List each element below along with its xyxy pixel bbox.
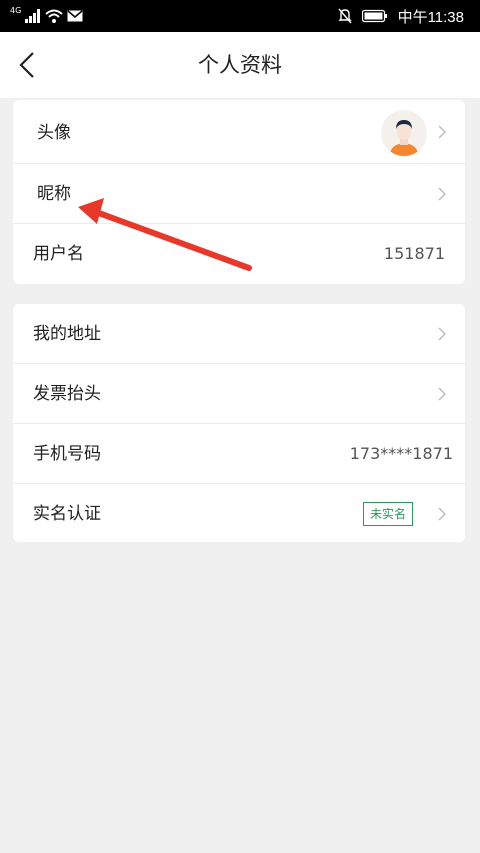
wifi-icon <box>45 9 63 23</box>
status-bar: 4G 中午11:38 <box>0 0 480 32</box>
avatar-icon <box>381 110 427 156</box>
realname-status-badge: 未实名 <box>362 502 413 526</box>
username-label: 用户名 <box>33 244 84 264</box>
chevron-right-icon <box>438 387 446 401</box>
username-row: 用户名 151871 <box>13 224 465 284</box>
username-value: 151871 <box>383 244 445 263</box>
avatar-label: 头像 <box>37 123 71 143</box>
phone-value: 173****1871 <box>349 444 453 463</box>
address-label: 我的地址 <box>33 324 101 344</box>
profile-card: 头像 昵称 用户名 151871 <box>13 100 465 284</box>
battery-icon <box>361 9 387 23</box>
realname-label: 实名认证 <box>33 504 101 524</box>
chevron-right-icon <box>438 187 446 201</box>
address-row[interactable]: 我的地址 <box>13 304 465 364</box>
avatar-row[interactable]: 头像 <box>13 102 465 164</box>
network-label: 4G <box>10 5 22 15</box>
avatar[interactable] <box>381 110 427 156</box>
invoice-label: 发票抬头 <box>33 384 101 404</box>
header: 个人资料 <box>0 32 480 98</box>
nickname-label: 昵称 <box>37 184 71 204</box>
info-card: 我的地址 发票抬头 手机号码 173****1871 实名认证 未实名 <box>13 304 465 542</box>
chevron-right-icon <box>438 327 446 341</box>
phone-row: 手机号码 173****1871 <box>13 424 465 484</box>
chevron-right-icon <box>438 125 446 139</box>
realname-row[interactable]: 实名认证 未实名 <box>13 484 465 544</box>
invoice-row[interactable]: 发票抬头 <box>13 364 465 424</box>
mail-icon <box>67 10 83 22</box>
phone-label: 手机号码 <box>33 444 101 464</box>
nickname-row[interactable]: 昵称 <box>13 164 465 224</box>
page-title: 个人资料 <box>198 53 282 77</box>
mute-icon <box>337 8 352 24</box>
chevron-right-icon <box>438 507 446 521</box>
signal-icon <box>25 9 41 23</box>
status-time: 中午11:38 <box>397 8 464 26</box>
